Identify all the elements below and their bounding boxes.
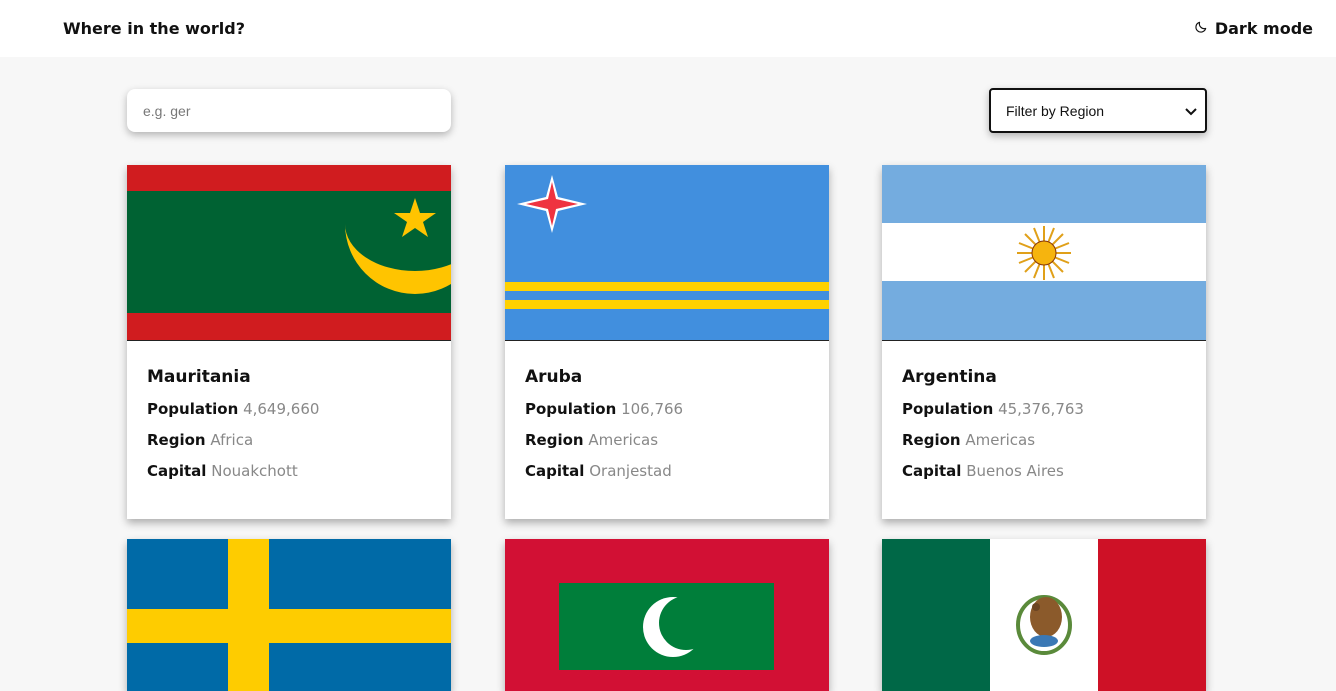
country-info: Argentina Population 45,376,763 Region A… [882,341,1206,519]
population-label: Population [147,400,239,418]
flag-image-argentina [882,165,1206,341]
search-box[interactable] [127,89,451,132]
capital-label: Capital [147,462,207,480]
country-info: Aruba Population 106,766 Region Americas… [505,341,829,519]
country-name: Argentina [902,367,997,387]
flag-image-sweden [127,539,451,691]
chevron-down-icon [1185,103,1197,119]
flag-image-maldives [505,539,829,691]
flag-image-mexico [882,539,1206,691]
capital-value: Buenos Aires [966,462,1064,480]
country-card-aruba[interactable]: Aruba Population 106,766 Region Americas… [505,165,829,519]
moon-icon [1194,19,1208,38]
region-value: Americas [588,431,659,449]
dark-mode-label: Dark mode [1214,19,1313,38]
region-row: Region Americas [525,431,809,449]
flag-image-mauritania [127,165,451,341]
capital-row: Capital Oranjestad [525,462,809,480]
population-value: 45,376,763 [998,400,1084,418]
capital-value: Nouakchott [211,462,298,480]
region-filter-select[interactable]: Filter by Region [989,88,1207,133]
region-filter-label: Filter by Region [1006,102,1105,119]
region-label: Region [147,431,206,449]
population-row: Population 4,649,660 [147,400,431,418]
dark-mode-toggle[interactable]: Dark mode [1194,19,1313,38]
population-value: 4,649,660 [243,400,320,418]
country-card-sweden[interactable] [127,539,451,691]
capital-value: Oranjestad [589,462,672,480]
capital-row: Capital Nouakchott [147,462,431,480]
country-name: Aruba [525,367,583,387]
region-value: Africa [210,431,254,449]
capital-label: Capital [902,462,962,480]
country-card-mexico[interactable] [882,539,1206,691]
region-row: Region Americas [902,431,1186,449]
flag-image-aruba [505,165,829,341]
region-label: Region [902,431,961,449]
search-input[interactable] [143,102,433,119]
top-header: Where in the world? Dark mode [0,0,1336,57]
population-row: Population 106,766 [525,400,809,418]
country-card-mauritania[interactable]: Mauritania Population 4,649,660 Region A… [127,165,451,519]
country-card-maldives[interactable] [505,539,829,691]
capital-label: Capital [525,462,585,480]
population-label: Population [525,400,617,418]
app-title: Where in the world? [63,19,245,38]
country-card-argentina[interactable]: Argentina Population 45,376,763 Region A… [882,165,1206,519]
country-info: Mauritania Population 4,649,660 Region A… [127,341,451,519]
capital-row: Capital Buenos Aires [902,462,1186,480]
region-value: Americas [965,431,1036,449]
region-label: Region [525,431,584,449]
region-row: Region Africa [147,431,431,449]
population-row: Population 45,376,763 [902,400,1186,418]
population-value: 106,766 [621,400,684,418]
country-name: Mauritania [147,367,251,387]
population-label: Population [902,400,994,418]
